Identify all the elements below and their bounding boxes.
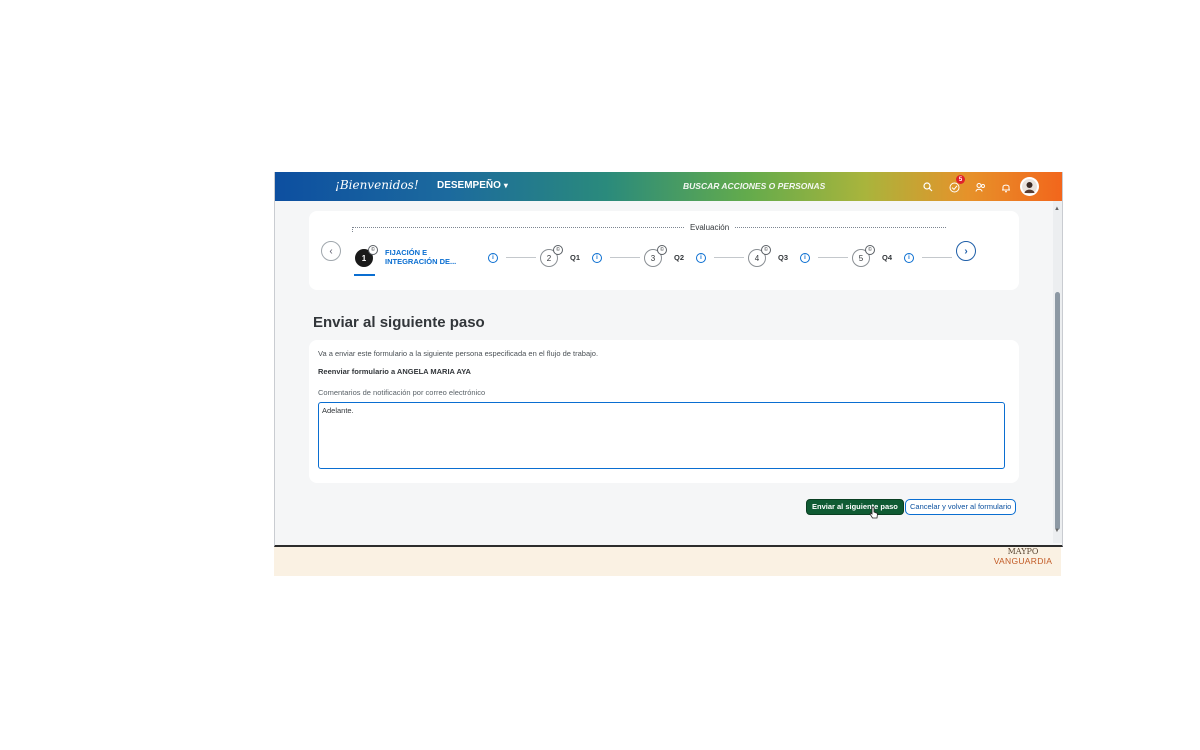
footer-band: MAYPO VANGUARDIA — [274, 547, 1061, 576]
step-label: Q3 — [778, 253, 789, 262]
group-bracket — [352, 227, 946, 228]
info-icon[interactable]: i — [904, 253, 914, 263]
scroll-down-icon[interactable]: ▼ — [1054, 528, 1060, 534]
submit-next-step-button[interactable]: Enviar al siguiente paso — [806, 499, 904, 515]
people-button[interactable] — [967, 177, 993, 197]
module-menu[interactable]: DESEMPEÑO ▾ — [437, 180, 508, 191]
step-label-line2: INTEGRACIÓN DE... — [385, 257, 457, 266]
logo-line1: MAYPO — [1007, 547, 1039, 556]
group-bracket-edge — [352, 227, 354, 232]
search-icon — [923, 182, 933, 192]
chevron-left-icon: ‹ — [329, 245, 333, 257]
info-icon[interactable]: i — [696, 253, 706, 263]
scrollbar-thumb[interactable] — [1055, 292, 1060, 530]
step-connector — [506, 257, 536, 258]
mouse-pointer-icon — [869, 506, 878, 519]
step-label-line1: FIJACIÓN E — [385, 248, 428, 257]
app-window: ¡Bienvenidos! DESEMPEÑO ▾ BUSCAR ACCIONES… — [274, 172, 1063, 547]
step-label: Q2 — [674, 253, 685, 262]
step-label: FIJACIÓN E INTEGRACIÓN DE... — [385, 248, 456, 266]
step-marker-icon: © — [553, 245, 563, 255]
todo-badge: 5 — [956, 175, 965, 184]
header-actions: 5 — [915, 175, 1019, 197]
comments-label: Comentarios de notificación por correo e… — [318, 388, 486, 397]
module-menu-label: DESEMPEÑO — [437, 180, 501, 191]
step-connector — [610, 257, 640, 258]
step-marker-icon: © — [368, 245, 378, 255]
brand-logo[interactable]: ¡Bienvenidos! — [335, 178, 419, 192]
scroll-up-icon[interactable]: ▲ — [1054, 206, 1060, 212]
comments-textarea[interactable]: Adelante. — [318, 402, 1005, 469]
info-icon[interactable]: i — [800, 253, 810, 263]
step-connector — [714, 257, 744, 258]
info-icon[interactable]: i — [592, 253, 602, 263]
avatar[interactable] — [1020, 177, 1039, 196]
search-input[interactable]: BUSCAR ACCIONES O PERSONAS — [683, 181, 825, 191]
active-step-indicator — [354, 274, 375, 276]
step-marker-icon: © — [657, 245, 667, 255]
send-form-card: Va a enviar este formulario a la siguien… — [309, 340, 1019, 483]
step-marker-icon: © — [761, 245, 771, 255]
previous-steps-button[interactable]: ‹ — [321, 241, 341, 261]
bell-icon — [1002, 184, 1010, 192]
step-connector — [818, 257, 848, 258]
search-button[interactable] — [915, 177, 941, 197]
next-steps-button[interactable]: › — [956, 241, 976, 261]
cancel-return-button[interactable]: Cancelar y volver al formulario — [905, 499, 1017, 515]
user-photo-icon — [1022, 179, 1037, 194]
chevron-right-icon: › — [964, 245, 968, 257]
step-label: Q1 — [570, 253, 581, 262]
step-marker-icon: © — [865, 245, 875, 255]
step-connector — [922, 257, 952, 258]
group-label: Evaluación — [685, 223, 735, 232]
logo-line3: VANGUARDIA — [993, 556, 1053, 566]
top-bar: ¡Bienvenidos! DESEMPEÑO ▾ BUSCAR ACCIONES… — [275, 172, 1062, 201]
chevron-down-icon: ▾ — [503, 181, 508, 190]
step-label: Q4 — [882, 253, 893, 262]
forward-recipient: Reenviar formulario a ANGELA MARIA AYA — [318, 367, 471, 376]
description-text: Va a enviar este formulario a la siguien… — [318, 349, 599, 358]
company-logo: MAYPO VANGUARDIA — [990, 547, 1056, 566]
todo-button[interactable]: 5 — [941, 175, 967, 197]
notifications-button[interactable] — [993, 177, 1019, 197]
process-stepper: Evaluación ‹ 1 © FIJACIÓN E INTEGRACIÓN … — [309, 211, 1019, 290]
page-title: Enviar al siguiente paso — [313, 314, 485, 331]
info-icon[interactable]: i — [488, 253, 498, 263]
people-icon — [975, 182, 985, 192]
